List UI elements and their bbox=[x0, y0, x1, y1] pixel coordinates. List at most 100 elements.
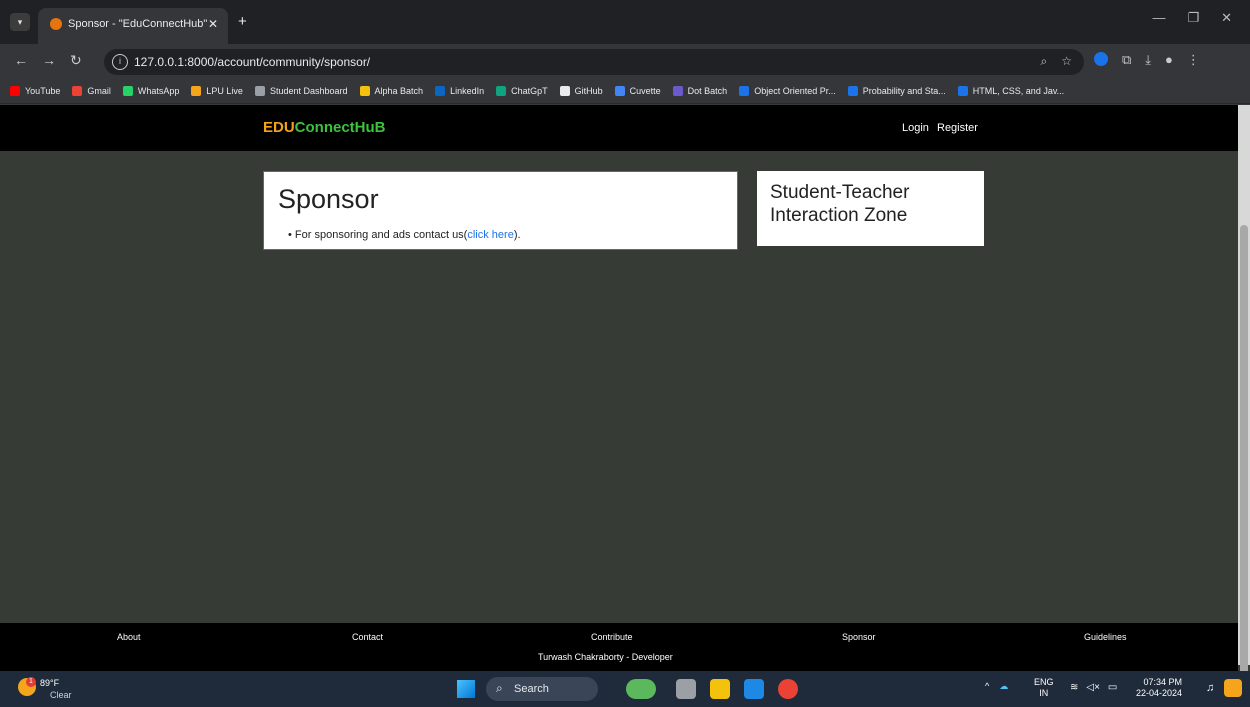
chrome-icon[interactable] bbox=[778, 679, 798, 699]
language-indicator[interactable]: ENG IN bbox=[1034, 677, 1054, 699]
interaction-zone-card[interactable]: Student-Teacher Interaction Zone bbox=[757, 171, 984, 246]
bookmark-item[interactable]: YouTube bbox=[10, 85, 61, 96]
bookmark-favicon-icon bbox=[496, 85, 507, 96]
bookmark-item[interactable]: GitHub bbox=[559, 85, 603, 96]
download-icon[interactable]: ⤓ bbox=[1145, 52, 1151, 68]
sponsor-contact-link[interactable]: click here bbox=[467, 229, 513, 241]
sponsor-item-end: ). bbox=[513, 229, 521, 241]
bookmark-item[interactable]: Student Dashboard bbox=[254, 85, 348, 96]
site-info-icon[interactable]: i bbox=[112, 54, 128, 70]
profile-avatar-icon[interactable]: ● bbox=[1165, 52, 1173, 68]
menu-kebab-icon[interactable]: ⋮ bbox=[1187, 52, 1200, 68]
bookmark-label: YouTube bbox=[25, 85, 61, 96]
widgets-icon[interactable] bbox=[626, 679, 656, 699]
taskbar-search[interactable]: ⌕ Search bbox=[486, 677, 598, 701]
bookmark-label: HTML, CSS, and Jav... bbox=[972, 85, 1065, 96]
bookmark-item[interactable]: Probability and Sta... bbox=[847, 85, 946, 96]
bookmark-label: Alpha Batch bbox=[374, 85, 424, 96]
close-window-icon[interactable]: ✕ bbox=[1221, 10, 1232, 26]
footer-about-link[interactable]: About bbox=[117, 632, 141, 642]
bookmark-favicon-icon bbox=[72, 85, 83, 96]
tab-search-button[interactable]: ▾ bbox=[10, 13, 30, 31]
register-link[interactable]: Register bbox=[937, 122, 978, 134]
bookmark-label: Probability and Sta... bbox=[862, 85, 946, 96]
bookmark-label: LPU Live bbox=[206, 85, 243, 96]
bookmark-label: GitHub bbox=[574, 85, 603, 96]
bookmark-item[interactable]: Object Oriented Pr... bbox=[739, 85, 836, 96]
weather-condition: Clear bbox=[50, 690, 72, 700]
file-explorer-icon[interactable] bbox=[710, 679, 730, 699]
bookmark-item[interactable]: HTML, CSS, and Jav... bbox=[957, 85, 1065, 96]
footer-guidelines-link[interactable]: Guidelines bbox=[1084, 632, 1127, 642]
brand-part-connecthub: ConnectHuB bbox=[294, 119, 386, 136]
page-content: EDUConnectHuB Login Register Sponsor • F… bbox=[0, 105, 1238, 623]
zoom-icon[interactable]: ⌕ bbox=[1041, 54, 1048, 69]
extension-icon[interactable] bbox=[1094, 52, 1108, 66]
bookmark-item[interactable]: WhatsApp bbox=[122, 85, 180, 96]
bookmark-favicon-icon bbox=[739, 85, 750, 96]
footer-contact-link[interactable]: Contact bbox=[352, 632, 383, 642]
developer-credit: Turwash Chakraborty - Developer bbox=[538, 652, 673, 662]
bookmark-item[interactable]: Cuvette bbox=[614, 85, 661, 96]
restore-icon[interactable]: ❐ bbox=[1187, 10, 1199, 26]
bookmark-label: Gmail bbox=[87, 85, 111, 96]
bookmark-favicon-icon bbox=[191, 85, 202, 96]
system-tray: ^ ☁ bbox=[985, 681, 1008, 692]
bookmark-item[interactable]: LinkedIn bbox=[435, 85, 484, 96]
taskbar-search-label: Search bbox=[514, 683, 549, 695]
bookmark-item[interactable]: Dot Batch bbox=[672, 85, 728, 96]
bookmark-favicon-icon bbox=[122, 85, 133, 96]
close-tab-icon[interactable]: ✕ bbox=[208, 17, 218, 31]
address-bar[interactable]: i 127.0.0.1:8000/account/community/spons… bbox=[104, 49, 1084, 75]
bookmark-star-icon[interactable]: ☆ bbox=[1061, 54, 1072, 69]
interaction-zone-title: Student-Teacher Interaction Zone bbox=[770, 182, 910, 226]
tab-title: Sponsor - "EduConnectHub" bbox=[68, 18, 208, 30]
browser-tab[interactable]: Sponsor - "EduConnectHub" ✕ bbox=[38, 8, 228, 44]
copilot-icon[interactable] bbox=[1224, 679, 1242, 697]
extension-area: ⧉ ⤓ ● ⋮ bbox=[1094, 52, 1200, 68]
extensions-puzzle-icon[interactable]: ⧉ bbox=[1122, 52, 1131, 68]
browser-toolbar: ← → ↻ i 127.0.0.1:8000/account/community… bbox=[0, 44, 1250, 78]
login-link[interactable]: Login bbox=[902, 122, 929, 134]
bookmark-favicon-icon bbox=[359, 85, 370, 96]
search-icon: ⌕ bbox=[496, 681, 503, 695]
clock-date: 22-04-2024 bbox=[1136, 688, 1183, 698]
favicon-icon bbox=[50, 18, 62, 30]
bookmark-item[interactable]: Gmail bbox=[72, 85, 111, 96]
bookmark-item[interactable]: LPU Live bbox=[191, 85, 243, 96]
vscode-icon[interactable] bbox=[744, 679, 764, 699]
task-view-icon[interactable] bbox=[676, 679, 696, 699]
footer-contribute-link[interactable]: Contribute bbox=[591, 632, 633, 642]
bookmark-favicon-icon bbox=[847, 85, 858, 96]
notification-bell-icon[interactable]: ♫ bbox=[1206, 682, 1214, 694]
bookmark-favicon-icon bbox=[559, 85, 570, 96]
page-scrollbar[interactable] bbox=[1238, 105, 1250, 705]
start-windows-icon[interactable] bbox=[457, 680, 475, 698]
sponsor-list-item: • For sponsoring and ads contact us(clic… bbox=[288, 229, 521, 241]
weather-temperature: 89°F bbox=[40, 678, 60, 688]
bookmark-item[interactable]: ChatGpT bbox=[496, 85, 548, 96]
taskbar-clock[interactable]: 07:34 PM 22-04-2024 bbox=[1136, 677, 1182, 699]
brand-logo-link[interactable]: EDUConnectHuB bbox=[263, 119, 386, 136]
status-icons[interactable]: ≋ ◁× ▭ bbox=[1070, 682, 1117, 693]
footer-sponsor-link[interactable]: Sponsor bbox=[842, 632, 876, 642]
bookmark-label: WhatsApp bbox=[137, 85, 180, 96]
bookmark-favicon-icon bbox=[254, 85, 265, 96]
wifi-icon: ≋ bbox=[1070, 682, 1079, 693]
tray-expand-icon[interactable]: ^ bbox=[985, 681, 989, 692]
clock-time: 07:34 PM bbox=[1143, 677, 1183, 687]
reload-icon[interactable]: ↻ bbox=[70, 53, 82, 67]
back-icon[interactable]: ← bbox=[14, 53, 28, 67]
url-text[interactable]: 127.0.0.1:8000/account/community/sponsor… bbox=[134, 55, 370, 69]
new-tab-button[interactable]: + bbox=[238, 14, 247, 29]
bookmark-item[interactable]: Alpha Batch bbox=[359, 85, 424, 96]
bookmark-label: Dot Batch bbox=[687, 85, 728, 96]
weather-badge: 1 bbox=[26, 677, 36, 687]
scrollbar-thumb[interactable] bbox=[1240, 225, 1248, 705]
onedrive-icon[interactable]: ☁ bbox=[999, 681, 1008, 692]
bookmarks-bar: YouTube Gmail WhatsApp LPU Live Student Dash… bbox=[0, 78, 1250, 104]
minimize-icon[interactable]: — bbox=[1152, 10, 1165, 26]
forward-icon[interactable]: → bbox=[42, 53, 56, 67]
bookmark-label: Student Dashboard bbox=[269, 85, 348, 96]
region-code: IN bbox=[1039, 688, 1049, 698]
